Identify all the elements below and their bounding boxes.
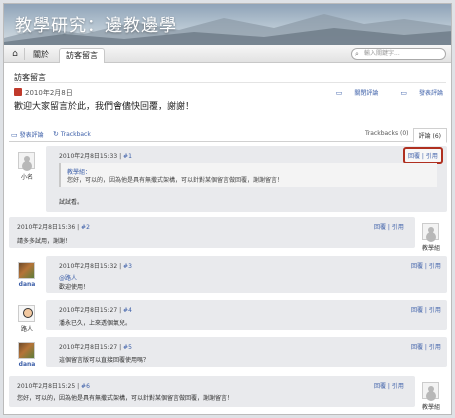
quote-link[interactable]: 引用 — [429, 263, 441, 270]
intro-text: 歡迎大家留言於此，我們會儘快回覆，謝謝！ — [14, 102, 195, 112]
comment-author: 路人 — [20, 326, 33, 333]
comment-author: 教學組 — [421, 404, 440, 411]
comment-meta: 2010年2月8日15:27 | #4 — [59, 305, 132, 314]
close-comments-label: 關閉評論 — [354, 90, 379, 97]
comment-meta: 2010年2月8日15:27 | #5 — [59, 342, 132, 351]
comment-body: 這個留言版可以直接回覆使用嗎？ — [59, 357, 150, 364]
comment-actions: 回覆 | 引用 — [403, 147, 443, 164]
tab-trackbacks[interactable]: Trackbacks (0) — [365, 130, 409, 137]
comment-author: 教學組 — [421, 245, 440, 252]
post-date: 2010年2月8日 — [14, 88, 73, 98]
comment-number-link[interactable]: #1 — [123, 153, 132, 160]
post-date-text: 2010年2月8日 — [25, 89, 73, 97]
comment-timestamp: 2010年2月8日15:32 | — [59, 263, 122, 270]
comment-timestamp: 2010年2月8日15:25 | — [17, 383, 80, 390]
quote-link[interactable]: 引用 — [426, 153, 438, 160]
comment-item: 2010年2月8日15:32 | #3 回覆 | 引用 @路人 歡迎使用！ — [46, 256, 447, 293]
post-comment-label: 發表評論 — [418, 90, 443, 97]
comment-meta: 2010年2月8日15:36 | #2 — [17, 222, 90, 231]
comment-author: dana — [18, 281, 36, 288]
comment-item: 2010年2月8日15:27 | #4 回覆 | 引用 潘永已久，上來透個氣兒。 — [46, 300, 447, 330]
calendar-icon — [14, 88, 22, 96]
divider — [14, 82, 446, 83]
avatar — [422, 223, 439, 240]
nav-item-about[interactable]: 關於 — [27, 48, 55, 61]
comment-item: 2010年2月8日15:25 | #6 回覆 | 引用 您好，可以的，因為他是具… — [9, 376, 415, 407]
comment-timestamp: 2010年2月8日15:33 | — [59, 153, 122, 160]
comment-actions: 回覆 | 引用 — [411, 307, 441, 314]
reply-link[interactable]: 回覆 — [374, 224, 386, 231]
comment-off-icon: ▭ — [335, 89, 343, 97]
comment-actions: 回覆 | 引用 — [411, 344, 441, 351]
comment-body: 試試看。 — [59, 199, 84, 206]
comment-icon: ▭ — [11, 131, 18, 139]
quote-link[interactable]: 引用 — [392, 383, 404, 390]
post-comment-tab-link[interactable]: ▭ 發表評論 — [11, 130, 44, 139]
trackback-icon: ↻ — [53, 130, 59, 138]
comment-icon: ▭ — [400, 89, 407, 97]
comment-author: dana — [18, 361, 36, 368]
reply-link[interactable]: 回覆 — [408, 153, 420, 160]
nav-item-guestbook[interactable]: 訪客留言 — [59, 48, 105, 63]
avatar — [18, 342, 35, 359]
reply-link[interactable]: 回覆 — [411, 344, 423, 351]
mention-link[interactable]: @路人 — [59, 273, 77, 282]
reply-link[interactable]: 回覆 — [374, 383, 386, 390]
comment-number-link[interactable]: #2 — [81, 224, 90, 231]
comment-number-link[interactable]: #4 — [123, 307, 132, 314]
trackback-link[interactable]: ↻ Trackback — [53, 130, 91, 138]
comment-item: 2010年2月8日15:36 | #2 回覆 | 引用 請多多試用，謝謝！ — [9, 217, 415, 248]
comment-timestamp: 2010年2月8日15:27 | — [59, 344, 122, 351]
comment-author: 小名 — [20, 174, 33, 181]
trackback-label: Trackback — [60, 131, 91, 138]
avatar — [18, 152, 35, 169]
reply-link[interactable]: 回覆 — [411, 263, 423, 270]
avatar — [18, 305, 35, 322]
comment-item: 2010年2月8日15:33 | #1 回覆 | 引用 教學組： 您好，可以的，… — [46, 146, 447, 212]
post-comment-tab-label: 發表評論 — [19, 132, 44, 139]
tab-comments[interactable]: 評論 (6) — [412, 128, 447, 143]
comment-item: 2010年2月8日15:27 | #5 回覆 | 引用 這個留言版可以直接回覆使… — [46, 337, 447, 367]
quoted-text: 您好，可以的，因為他是具有無撒式架構，可以針對某個留言做回覆，謝謝留言！ — [67, 177, 284, 184]
search-input[interactable]: 輸入關鍵字... — [351, 48, 446, 60]
comment-number-link[interactable]: #3 — [123, 263, 132, 270]
home-icon[interactable]: ⌂ — [9, 48, 21, 60]
comment-tabs: ▭ 發表評論 ↻ Trackback Trackbacks (0) 評論 (6) — [9, 128, 447, 143]
quote-link[interactable]: 引用 — [429, 344, 441, 351]
comment-meta: 2010年2月8日15:33 | #1 — [59, 151, 132, 160]
site-title[interactable]: 教學研究：邊教邊學 — [15, 11, 177, 36]
quoted-comment: 教學組： 您好，可以的，因為他是具有無撒式架構，可以針對某個留言做回覆，謝謝留言… — [59, 163, 437, 187]
comment-body: 請多多試用，謝謝！ — [17, 238, 72, 245]
post-comment-link[interactable]: ▭ 發表評論 — [390, 89, 443, 97]
quote-link[interactable]: 引用 — [429, 307, 441, 314]
comment-number-link[interactable]: #5 — [123, 344, 132, 351]
reply-link[interactable]: 回覆 — [411, 307, 423, 314]
comment-body: 您好，可以的，因為他是具有無撒式架構，可以針對某個留言做回覆，謝謝留言！ — [17, 395, 234, 402]
avatar — [422, 382, 439, 399]
comment-body: 歡迎使用！ — [59, 284, 90, 291]
post-actions: ▭ 關閉評論 ▭ 發表評論 — [316, 88, 443, 97]
site-banner: 教學研究：邊教邊學 — [4, 4, 451, 45]
comment-meta: 2010年2月8日15:25 | #6 — [17, 381, 90, 390]
quote-link[interactable]: 引用 — [392, 224, 404, 231]
nav-divider — [24, 48, 25, 60]
close-comments-link[interactable]: ▭ 關閉評論 — [326, 89, 379, 97]
comment-body: 潘永已久，上來透個氣兒。 — [59, 320, 132, 327]
comment-number-link[interactable]: #6 — [81, 383, 90, 390]
avatar — [18, 262, 35, 279]
comment-meta: 2010年2月8日15:32 | #3 — [59, 261, 132, 270]
comment-actions: 回覆 | 引用 — [374, 383, 404, 390]
comment-actions: 回覆 | 引用 — [411, 263, 441, 270]
comment-actions: 回覆 | 引用 — [374, 224, 404, 231]
browser-page: 教學研究：邊教邊學 ⌂ 關於 訪客留言 輸入關鍵字... 訪客留言 2010年2… — [3, 3, 452, 415]
nav-bar: ⌂ 關於 訪客留言 輸入關鍵字... — [4, 45, 451, 63]
comment-timestamp: 2010年2月8日15:36 | — [17, 224, 80, 231]
comment-timestamp: 2010年2月8日15:27 | — [59, 307, 122, 314]
